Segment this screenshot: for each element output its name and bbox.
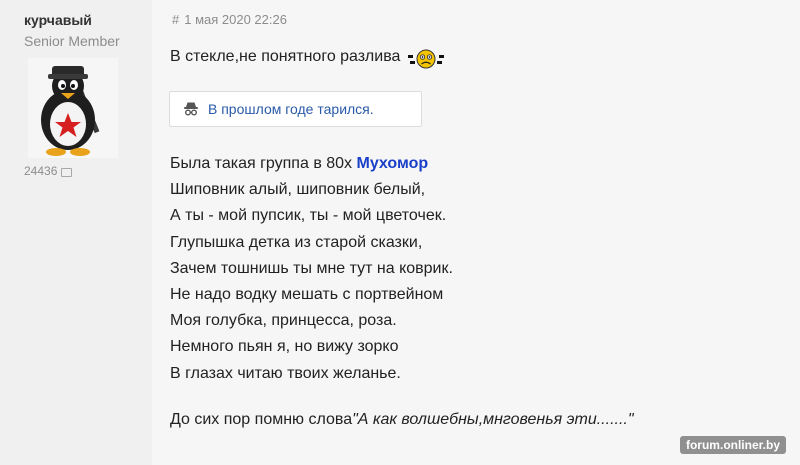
post-date: 1 мая 2020 22:26 <box>184 12 287 27</box>
poem-line: Зачем тошнишь ты мне тут на коврик. <box>170 259 453 277</box>
author-post-count[interactable]: 24436 <box>24 164 73 178</box>
site-watermark: forum.onliner.by <box>679 436 786 454</box>
message-icon <box>61 167 73 177</box>
hungover-smiley-icon <box>406 48 446 70</box>
closing-quote: "А как волшебны,мнговенья эти......." <box>352 411 634 428</box>
closing-text: До сих пор помню слова <box>170 411 353 428</box>
post-count-value: 24436 <box>24 164 58 178</box>
poem-line: В глазах читаю твоих желанье. <box>170 364 401 382</box>
author-rank: Senior Member <box>24 33 120 49</box>
closing-line: До сих пор помню слова"А как волшебны,мн… <box>170 411 634 429</box>
penguin-red-star-avatar-icon <box>41 66 100 156</box>
spoiler-label: В прошлом годе тарился. <box>208 101 374 117</box>
poem-block: Была такая группа в 80х Мухомор Шиповник… <box>170 151 453 387</box>
poem-line: Моя голубка, принцесса, роза. <box>170 312 397 330</box>
poem-line: Глупышка детка из старой сказки, <box>170 233 423 251</box>
forum-post: курчавый Senior Member 24436 # 1 мая 202… <box>0 0 800 465</box>
spoiler-button[interactable]: В прошлом годе тарился. <box>169 91 422 127</box>
mention-link[interactable]: Мухомор <box>357 155 429 172</box>
post-content: #1 мая 2020 22:26 В стекле,не понятного … <box>152 0 800 465</box>
post-permalink[interactable]: # <box>172 12 179 27</box>
poem-line: Не надо водку мешать с портвейном <box>170 286 444 304</box>
author-name[interactable]: курчавый <box>24 12 92 28</box>
post-first-line: В стекле,не понятного разлива <box>170 46 446 70</box>
spy-hat-icon <box>183 101 199 117</box>
author-panel: курчавый Senior Member 24436 <box>0 0 152 465</box>
poem-line: Шиповник алый, шиповник белый, <box>170 181 426 199</box>
poem-line: Была такая группа в 80х Мухомор <box>170 151 453 177</box>
poem-line: Немного пьян я, но вижу зорко <box>170 338 399 356</box>
poem-line: А ты - мой пупсик, ты - мой цветочек. <box>170 207 447 225</box>
poem-intro-text: Была такая группа в 80х <box>170 155 357 172</box>
post-meta: #1 мая 2020 22:26 <box>172 12 287 27</box>
first-line-text: В стекле,не понятного разлива <box>170 48 401 65</box>
avatar[interactable] <box>28 58 118 158</box>
